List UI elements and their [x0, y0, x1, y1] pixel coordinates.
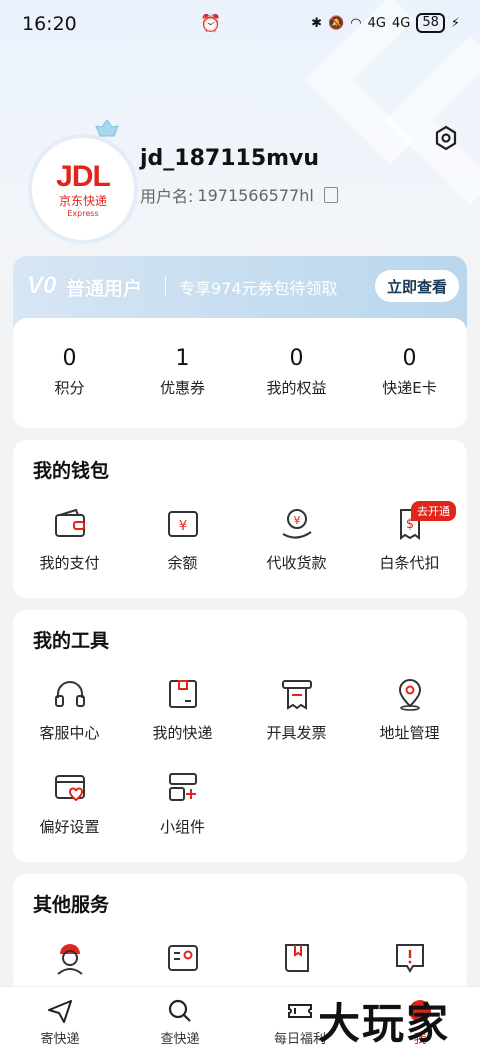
status-icons: ✱ 🔕 ◠ 4G 4G 58 ⚡ — [311, 13, 460, 33]
wifi-icon: ◠ — [350, 15, 362, 31]
crystal-badge-icon — [95, 119, 119, 137]
item-label: 余额 — [167, 554, 198, 572]
userid-label: 用户名: — [140, 187, 194, 206]
stat-ecard[interactable]: 0 快递E卡 — [353, 346, 466, 398]
vip-divider — [165, 276, 166, 296]
battery-icon: 58 — [416, 13, 445, 33]
address-button[interactable]: 地址管理 — [353, 676, 466, 743]
stat-label: 优惠券 — [159, 379, 205, 397]
id-card-button[interactable] — [126, 940, 239, 976]
wallet-card: 我的钱包 我的支付 ¥ 余额 ¥ 代收货款 $ 白条代扣 去开通 — [13, 440, 467, 598]
wallet-title: 我的钱包 — [33, 460, 110, 482]
stat-value: 0 — [62, 346, 77, 371]
item-label: 地址管理 — [379, 724, 440, 742]
vip-level: V0 — [27, 272, 57, 299]
send-icon — [48, 1000, 72, 1023]
stat-label: 我的权益 — [266, 379, 327, 397]
nav-label: 寄快递 — [40, 1032, 80, 1047]
stat-coupons[interactable]: 1 优惠券 — [126, 346, 239, 398]
widget-button[interactable]: 小组件 — [126, 770, 239, 837]
invoice-button[interactable]: 开具发票 — [240, 676, 353, 743]
item-label: 我的快递 — [152, 724, 213, 742]
other-services-title: 其他服务 — [33, 894, 110, 916]
stat-label: 积分 — [54, 379, 85, 397]
stat-label: 快递E卡 — [382, 379, 437, 397]
tools-card: 我的工具 客服中心 我的快递 开具发票 地址管理 偏好设置 小组件 — [13, 610, 467, 862]
invoice-icon — [281, 680, 312, 710]
widget-icon — [168, 773, 197, 801]
book-icon — [284, 944, 309, 972]
vip-name: 普通用户 — [66, 278, 143, 300]
my-express-button[interactable]: 我的快递 — [126, 676, 239, 743]
view-now-button[interactable]: 立即查看 — [375, 270, 459, 302]
tools-title: 我的工具 — [33, 630, 110, 652]
settings-icon[interactable] — [432, 124, 460, 152]
preferences-button[interactable]: 偏好设置 — [13, 770, 126, 837]
userid-value: 1971566577hl — [197, 185, 314, 205]
item-label: 偏好设置 — [39, 818, 100, 836]
signal-icon: 4G — [367, 15, 386, 31]
mute-icon: 🔕 — [328, 15, 345, 31]
svg-text:¥: ¥ — [293, 514, 300, 527]
nav-track[interactable]: 查快递 — [120, 997, 240, 1047]
cod-icon: ¥ — [282, 509, 312, 539]
ticket-icon — [288, 1004, 312, 1018]
item-label: 代收货款 — [266, 554, 327, 572]
stat-points[interactable]: 0 积分 — [13, 346, 126, 398]
avatar[interactable]: JDL 京东快递 Express — [28, 134, 138, 244]
item-label: 小组件 — [159, 818, 205, 836]
item-label: 客服中心 — [39, 724, 100, 742]
stat-value: 1 — [175, 346, 190, 371]
item-label: 开具发票 — [266, 724, 327, 742]
copy-icon[interactable] — [323, 187, 338, 203]
headset-icon — [54, 681, 85, 707]
status-bar: 16:20 ⏰ ✱ 🔕 ◠ 4G 4G 58 ⚡ — [0, 0, 480, 48]
watermark-text: 大玩家 — [318, 999, 451, 1048]
logo-en: Express — [67, 209, 99, 218]
logo-cn: 京东快递 — [58, 194, 107, 208]
activate-tag[interactable]: 去开通 — [411, 501, 456, 521]
item-label: 我的支付 — [39, 554, 100, 572]
preference-icon — [54, 775, 85, 802]
stats-card: 0 积分 1 优惠券 0 我的权益 0 快递E卡 — [13, 318, 467, 428]
my-payment-button[interactable]: 我的支付 — [13, 506, 126, 573]
other-services-card: 其他服务 — [13, 874, 467, 994]
alert-icon — [395, 944, 424, 973]
complaint-button[interactable] — [353, 940, 466, 976]
status-time: 16:20 — [22, 13, 77, 35]
wallet-icon — [54, 508, 85, 537]
stat-value: 0 — [289, 346, 304, 371]
customer-service-button[interactable]: 客服中心 — [13, 676, 126, 743]
charging-icon: ⚡ — [450, 15, 460, 31]
stat-value: 0 — [402, 346, 417, 371]
balance-icon: ¥ — [167, 511, 198, 537]
stat-benefits[interactable]: 0 我的权益 — [240, 346, 353, 398]
id-card-icon — [167, 945, 198, 971]
svg-text:¥: ¥ — [178, 519, 186, 534]
bluetooth-icon: ✱ — [311, 15, 323, 31]
search-icon — [168, 999, 191, 1022]
jdl-logo-text: JDL — [56, 160, 111, 193]
userid-row: 用户名: 1971566577hl — [140, 183, 338, 207]
alarm-icon: ⏰ — [200, 14, 222, 34]
item-label: 白条代扣 — [379, 554, 440, 572]
location-icon — [398, 679, 421, 711]
signal-icon-2: 4G — [391, 15, 411, 31]
courier-icon — [56, 944, 83, 975]
username: jd_187115mvu — [140, 146, 320, 171]
courier-service-button[interactable] — [13, 940, 126, 976]
vip-offer: 专享974元券包待领取 — [179, 279, 338, 298]
package-icon — [168, 680, 197, 708]
guide-book-button[interactable] — [240, 940, 353, 976]
nav-label: 查快递 — [160, 1032, 200, 1047]
cod-button[interactable]: ¥ 代收货款 — [240, 506, 353, 573]
balance-button[interactable]: ¥ 余额 — [126, 506, 239, 573]
nav-send[interactable]: 寄快递 — [0, 997, 120, 1047]
